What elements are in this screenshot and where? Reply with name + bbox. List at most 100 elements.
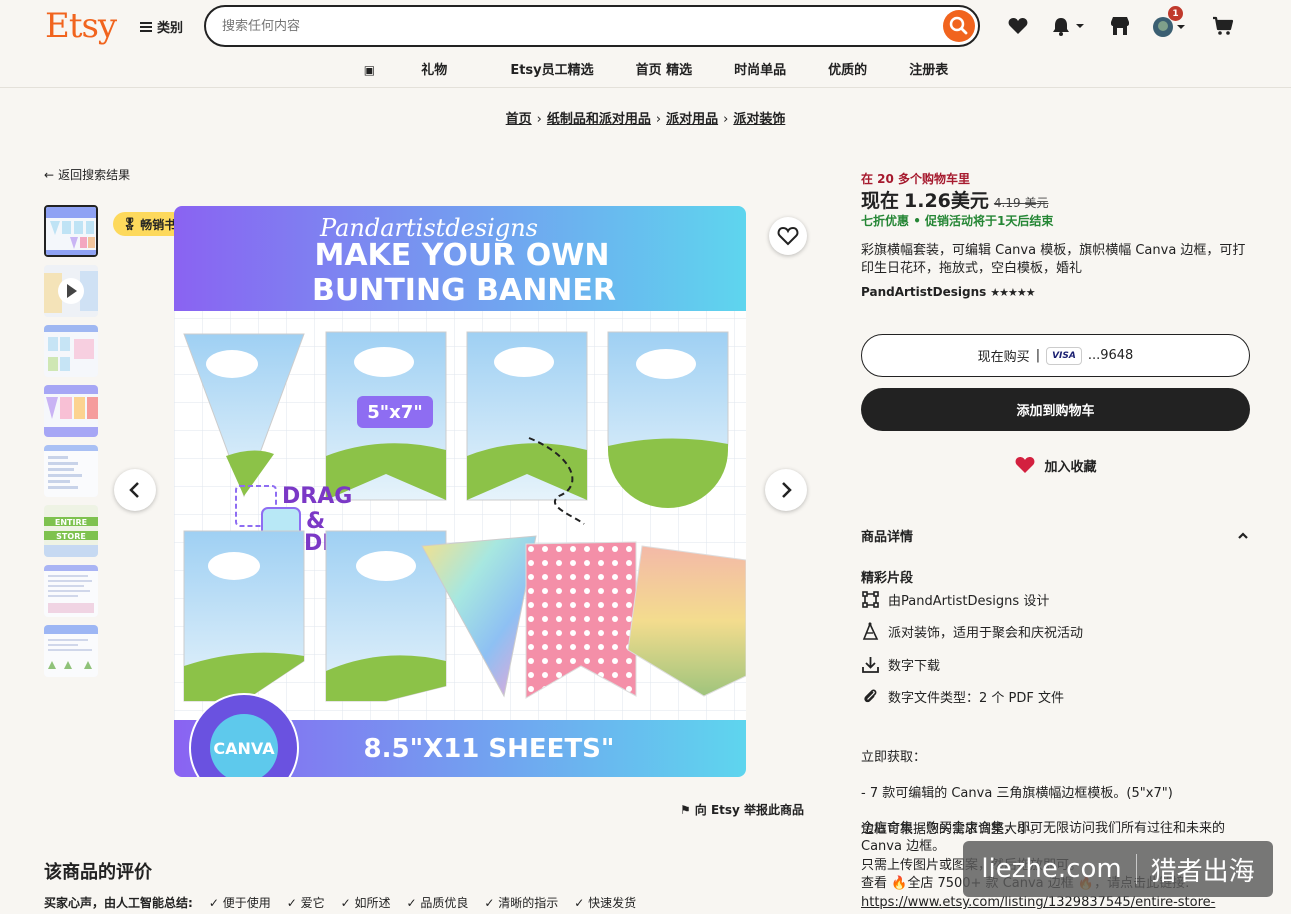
promo-ends: 促销活动将于1天后结束 bbox=[925, 214, 1054, 228]
watermark-left: liezhe.com bbox=[981, 854, 1122, 884]
size-tag: 5"x7" bbox=[367, 402, 422, 423]
report-listing-link[interactable]: ⚑ 向 Etsy 举报此商品 bbox=[680, 801, 804, 818]
categories-label: 类别 bbox=[157, 21, 184, 36]
thumbnail-7[interactable] bbox=[44, 565, 98, 617]
nav-gifts[interactable]: ▣ 礼物 bbox=[322, 59, 490, 78]
highlight-designer: 由PandArtistDesigns 设计 bbox=[861, 590, 1049, 609]
back-label: 返回搜索结果 bbox=[58, 168, 131, 182]
search-bar bbox=[204, 5, 980, 47]
add-to-favorites-button[interactable]: 加入收藏 bbox=[861, 455, 1250, 475]
item-details-heading: 商品详情 bbox=[861, 530, 914, 545]
review-tag: ✓ 便于使用 bbox=[208, 896, 271, 910]
review-tag: ✓ 清晰的指示 bbox=[484, 896, 559, 910]
watermark-right: 猎者出海 bbox=[1150, 856, 1255, 887]
star-rating[interactable]: ★★★★★ bbox=[990, 286, 1035, 299]
nav-label: 礼物 bbox=[421, 63, 448, 78]
description-line: 立即获取： bbox=[861, 750, 927, 765]
shop-manager-icon[interactable] bbox=[1108, 14, 1132, 38]
summary-label: 买家心声，由人工智能总结: bbox=[44, 896, 193, 910]
medal-icon: 🎖 bbox=[122, 217, 138, 231]
thumbnail-image: ENTIRE STORE bbox=[44, 505, 98, 557]
buy-now-label: 现在购买 bbox=[977, 350, 1030, 365]
review-tag: ✓ 如所述 bbox=[340, 896, 391, 910]
nav-registry[interactable]: 注册表 bbox=[888, 59, 969, 78]
review-tag: ✓ 品质优良 bbox=[406, 896, 469, 910]
download-icon bbox=[862, 657, 879, 673]
flag-icon: ⚑ bbox=[680, 802, 691, 817]
nav-etsy-picks[interactable]: Etsy员工精选 bbox=[489, 59, 614, 78]
heart-outline-icon bbox=[777, 226, 799, 246]
thumbnail-text: STORE bbox=[56, 532, 86, 541]
shop-name-link[interactable]: PandArtistDesigns bbox=[861, 285, 986, 299]
main-product-image[interactable]: Pandartistdesigns MAKE YOUR OWN BUNTING … bbox=[174, 206, 746, 777]
add-to-cart-button[interactable]: 添加到购物车 bbox=[861, 388, 1250, 431]
account-button[interactable]: 1 bbox=[1151, 6, 1191, 38]
breadcrumb-link[interactable]: 纸制品和派对用品 bbox=[547, 112, 651, 127]
thumbnail-5[interactable] bbox=[44, 445, 98, 497]
thumbnail-3[interactable] bbox=[44, 325, 98, 377]
previous-image-button[interactable] bbox=[114, 469, 156, 511]
review-tag: ✓ 爱它 bbox=[286, 896, 325, 910]
thumbnail-image bbox=[44, 265, 98, 317]
nav-home-favorites[interactable]: 首页 精选 bbox=[615, 59, 714, 78]
etsy-logo[interactable]: Etsy bbox=[45, 6, 117, 46]
review-tag-label: 便于使用 bbox=[222, 896, 271, 910]
store-bundle-link[interactable]: https://www.etsy.com/listing/1329837545/… bbox=[861, 895, 1215, 910]
site-header: Etsy 类别 1 ▣ 礼物 Etsy员工精选 首页 精选 时尚单品 优质的 注… bbox=[0, 0, 1291, 88]
in-carts-notice: 在 20 多个购物车里 bbox=[861, 172, 971, 186]
search-button[interactable] bbox=[943, 10, 975, 42]
price-block: 现在 1.26美元 4.19 美元 bbox=[861, 186, 1251, 213]
search-icon bbox=[949, 16, 968, 35]
party-hat-icon bbox=[862, 622, 879, 640]
chevron-right-icon bbox=[782, 482, 792, 498]
notifications-button[interactable] bbox=[1050, 14, 1090, 38]
search-input[interactable] bbox=[222, 16, 922, 36]
highlight-text: 数字下载 bbox=[888, 659, 941, 674]
breadcrumb-link[interactable]: 首页 bbox=[506, 112, 532, 127]
highlight-file-type: 数字文件类型：2 个 PDF 文件 bbox=[861, 687, 1064, 706]
thumbnail-image bbox=[44, 625, 98, 677]
breadcrumb-link[interactable]: 派对用品 bbox=[666, 112, 718, 127]
original-price: 4.19 美元 bbox=[993, 196, 1049, 210]
menu-icon bbox=[140, 21, 152, 32]
promo-line: 七折优惠 • 促销活动将于1天后结束 bbox=[861, 214, 1054, 228]
chevron-left-icon bbox=[129, 482, 139, 498]
thumbnail-8[interactable] bbox=[44, 625, 98, 677]
favorite-button[interactable] bbox=[769, 217, 807, 255]
headline-2: BUNTING BANNER bbox=[312, 273, 616, 308]
thumbnail-image bbox=[44, 565, 98, 617]
item-details-toggle[interactable]: 商品详情 bbox=[861, 526, 1250, 545]
thumbnail-2-video[interactable] bbox=[44, 265, 98, 317]
report-label: 向 Etsy 举报此商品 bbox=[694, 803, 805, 817]
bestseller-label: 畅销书 bbox=[140, 217, 177, 232]
description-line: - 7 款可编辑的 Canva 三角旗横幅边框模板。(5"x7") bbox=[861, 786, 1173, 801]
thumbnail-6[interactable]: ENTIRE STORE bbox=[44, 505, 98, 557]
arrow-left-icon: ← bbox=[44, 167, 55, 182]
nav-fashion[interactable]: 时尚单品 bbox=[713, 59, 807, 78]
next-image-button[interactable] bbox=[765, 469, 807, 511]
breadcrumb: 首页 › 纸制品和派对用品 › 派对用品 › 派对装饰 bbox=[0, 108, 1291, 127]
nav-premium[interactable]: 优质的 bbox=[807, 59, 888, 78]
gift-icon: ▣ bbox=[363, 63, 380, 77]
bell-icon bbox=[1053, 18, 1084, 36]
review-tag: ✓ 快速发货 bbox=[574, 896, 637, 910]
review-tag-label: 爱它 bbox=[300, 896, 325, 910]
chevron-right-icon: › bbox=[536, 112, 542, 127]
review-tag-label: 清晰的指示 bbox=[498, 896, 559, 910]
buy-now-button[interactable]: 现在购买 | VISA ...9648 bbox=[861, 334, 1250, 377]
separator: | bbox=[1035, 348, 1041, 363]
favorites-heart-icon[interactable] bbox=[1006, 14, 1030, 38]
thumbnail-1[interactable] bbox=[44, 205, 98, 257]
thumbnail-4[interactable] bbox=[44, 385, 98, 437]
thumbnail-strip: ENTIRE STORE bbox=[44, 205, 98, 685]
back-to-results-link[interactable]: ← 返回搜索结果 bbox=[44, 166, 130, 183]
thumbnail-image bbox=[44, 325, 98, 377]
highlight-party: 派对装饰，适用于聚会和庆祝活动 bbox=[861, 622, 1083, 641]
product-title: 彩旗横幅套装，可编辑 Canva 模板，旗帜横幅 Canva 边框，可打印生日花… bbox=[861, 243, 1246, 276]
categories-button[interactable]: 类别 bbox=[140, 17, 183, 36]
cart-icon[interactable] bbox=[1211, 14, 1235, 38]
current-price: 1.26美元 bbox=[904, 190, 989, 212]
chevron-right-icon: › bbox=[723, 112, 729, 127]
breadcrumb-link[interactable]: 派对装饰 bbox=[733, 112, 785, 127]
review-tag-label: 快速发货 bbox=[588, 896, 637, 910]
